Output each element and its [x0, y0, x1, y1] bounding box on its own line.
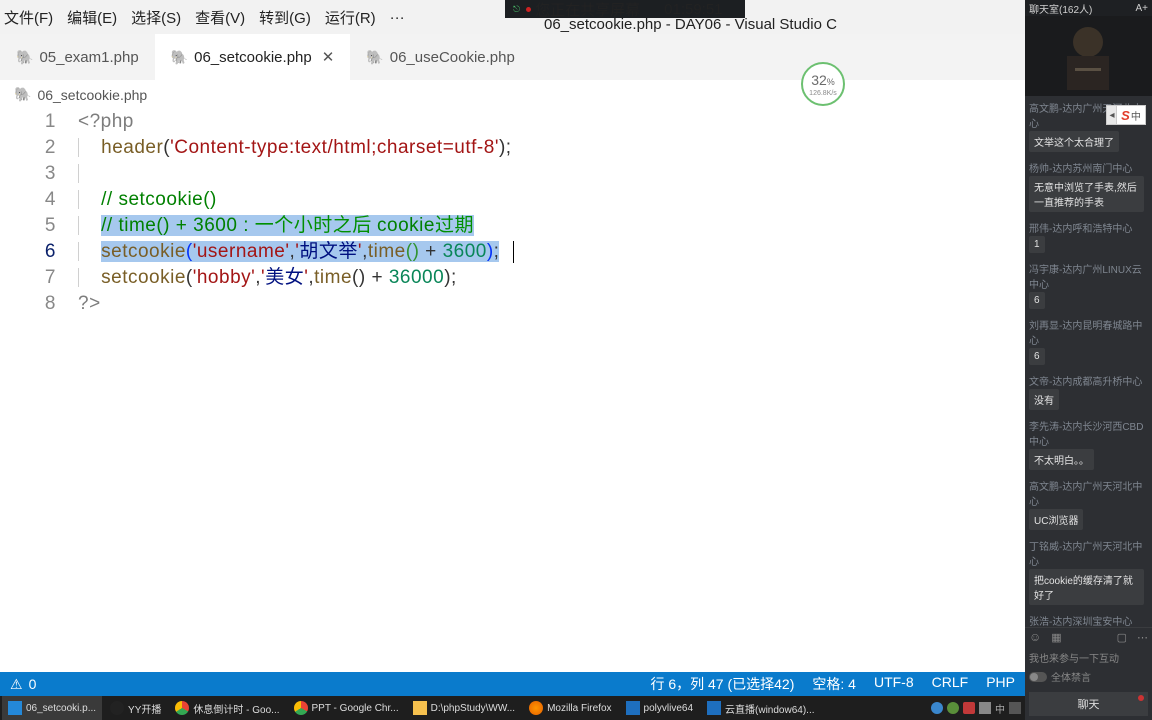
menu-go[interactable]: 转到(G) [259, 7, 311, 28]
sharing-time: 01:59:51 [664, 1, 722, 18]
chat-input[interactable]: 我也来参与一下互动 [1025, 646, 1152, 669]
text-cursor [513, 241, 514, 263]
breadcrumb[interactable]: 🐘 06_setcookie.php [0, 80, 1025, 109]
editor-tabs: 🐘 05_exam1.php 🐘 06_setcookie.php ✕ 🐘 06… [0, 34, 1025, 80]
tab-06-setcookie[interactable]: 🐘 06_setcookie.php ✕ [155, 34, 351, 80]
chat-user: 冯宇康-达内广州LINUX云中心 [1025, 257, 1152, 292]
chat-user: 李先涛-达内长沙河西CBD中心 [1025, 414, 1152, 449]
tab-05-exam1[interactable]: 🐘 05_exam1.php [0, 34, 155, 80]
gutter-line: 1 [0, 109, 78, 135]
chat-user: 文帝-达内成都高升桥中心 [1025, 369, 1152, 389]
gutter-line: 4 [0, 187, 78, 213]
tray-icon[interactable] [931, 702, 943, 714]
breadcrumb-label: 06_setcookie.php [37, 87, 147, 103]
mute-toggle[interactable] [1029, 672, 1047, 682]
tray-icon[interactable] [963, 702, 975, 714]
menu-edit[interactable]: 编辑(E) [67, 7, 117, 28]
gutter-line: 7 [0, 265, 78, 291]
gutter-line: 2 [0, 135, 78, 161]
chat-msg: UC浏览器 [1029, 509, 1083, 530]
tray-icon[interactable] [979, 702, 991, 714]
chat-msg: 不太明白。。 [1029, 449, 1094, 470]
gutter-line: 6 [0, 239, 78, 265]
taskbar-stream[interactable]: 云直播(window64)... [701, 696, 820, 720]
indentation[interactable]: 空格: 4 [812, 674, 856, 694]
tab-06-usecookie[interactable]: 🐘 06_useCookie.php [350, 34, 531, 80]
menu-more[interactable]: ··· [390, 9, 405, 26]
settings-icon[interactable]: ⋯ [1137, 631, 1148, 644]
windows-taskbar: 06_setcooki.p... YY开播 休息倒计时 - Goo... PPT… [0, 696, 1025, 720]
tray-icon[interactable] [947, 702, 959, 714]
menu-view[interactable]: 查看(V) [195, 7, 245, 28]
ime-indicator[interactable]: S中 [1116, 105, 1146, 125]
code-editor[interactable]: 1<?php 2 header('Content-type:text/html;… [0, 109, 1025, 672]
chat-header: 聊天室(162人) A+ [1025, 0, 1152, 16]
tab-label: 06_useCookie.php [390, 49, 515, 66]
maximize-icon[interactable]: ▢ [1117, 631, 1127, 644]
chat-user: 丁铭威-达内广州天河北中心 [1025, 534, 1152, 569]
php-icon: 🐘 [171, 49, 188, 66]
chat-user: 邢伟-达内呼和浩特中心 [1025, 216, 1152, 236]
tray-ime[interactable]: 中 [995, 701, 1005, 716]
php-icon: 🐘 [16, 49, 33, 66]
chat-user: 杨帅-达内苏州南门中心 [1025, 156, 1152, 176]
chat-user: 刘再显-达内昆明春城路中心 [1025, 313, 1152, 348]
tab-label: 05_exam1.php [39, 49, 138, 66]
image-icon[interactable]: ▦ [1051, 631, 1061, 644]
chat-msg: 文举这个太合理了 [1029, 131, 1119, 152]
menu-bar: 文件(F) 编辑(E) 选择(S) 查看(V) 转到(G) 运行(R) ··· … [0, 0, 1025, 34]
gutter-line: 3 [0, 161, 78, 187]
tab-label: 06_setcookie.php [194, 49, 312, 66]
chat-user: 高文鹏-达内广州天河北中心 [1025, 474, 1152, 509]
chat-msg: 把cookie的缓存清了就好了 [1029, 569, 1144, 605]
font-size-button[interactable]: A+ [1135, 3, 1148, 14]
chat-user: 张浩-达内深圳宝安中心 [1025, 609, 1152, 627]
menu-select[interactable]: 选择(S) [131, 7, 181, 28]
menu-file[interactable]: 文件(F) [4, 7, 53, 28]
cursor-position[interactable]: 行 6，列 47 (已选择42) [650, 674, 794, 694]
php-icon: 🐘 [14, 86, 31, 103]
taskbar-vscode[interactable]: 06_setcooki.p... [2, 696, 102, 720]
chat-msg: 没有 [1029, 389, 1059, 410]
emoji-icon[interactable]: ☺ [1029, 630, 1041, 644]
chat-msg: 6 [1029, 292, 1045, 309]
language-mode[interactable]: PHP [986, 674, 1015, 694]
status-bar: ⚠ 0 行 6，列 47 (已选择42) 空格: 4 UTF-8 CRLF PH… [0, 672, 1025, 696]
gutter-line: 8 [0, 291, 78, 317]
taskbar-firefox[interactable]: Mozilla Firefox [523, 696, 617, 720]
taskbar-polyv[interactable]: polyvlive64 [620, 696, 699, 720]
close-icon[interactable]: ✕ [322, 48, 335, 66]
warnings-icon[interactable]: ⚠ [10, 676, 23, 693]
warnings-count[interactable]: 0 [29, 676, 37, 692]
window-title: 06_setcookie.php - DAY06 - Visual Studio… [544, 16, 837, 33]
encoding[interactable]: UTF-8 [874, 674, 914, 694]
eol[interactable]: CRLF [932, 674, 969, 694]
menu-run[interactable]: 运行(R) [325, 7, 376, 28]
mute-label: 全体禁言 [1051, 669, 1091, 684]
chat-title: 聊天室(162人) [1029, 1, 1092, 16]
taskbar-chrome1[interactable]: 休息倒计时 - Goo... [169, 696, 285, 720]
taskbar-explorer[interactable]: D:\phpStudy\WW... [407, 696, 521, 720]
performance-badge: 32% 126.8K/s [801, 62, 845, 106]
tray-icon[interactable] [1009, 702, 1021, 714]
taskbar-yy[interactable]: YY开播 [104, 696, 167, 720]
php-icon: 🐘 [366, 49, 383, 66]
chat-msg: 1 [1029, 236, 1045, 253]
chat-send-button[interactable]: 聊天 [1029, 692, 1148, 716]
chat-messages[interactable]: 高文鹏-达内广州天河北中心 文举这个太合理了 杨帅-达内苏州南门中心无意中浏览了手… [1025, 96, 1152, 627]
system-tray[interactable]: 中 [931, 701, 1025, 716]
taskbar-chrome2[interactable]: PPT - Google Chr... [288, 696, 405, 720]
chat-msg: 无意中浏览了手表,然后一直推荐的手表 [1029, 176, 1144, 212]
chat-msg: 6 [1029, 348, 1045, 365]
video-thumbnail[interactable] [1025, 16, 1152, 96]
gutter-line: 5 [0, 213, 78, 239]
